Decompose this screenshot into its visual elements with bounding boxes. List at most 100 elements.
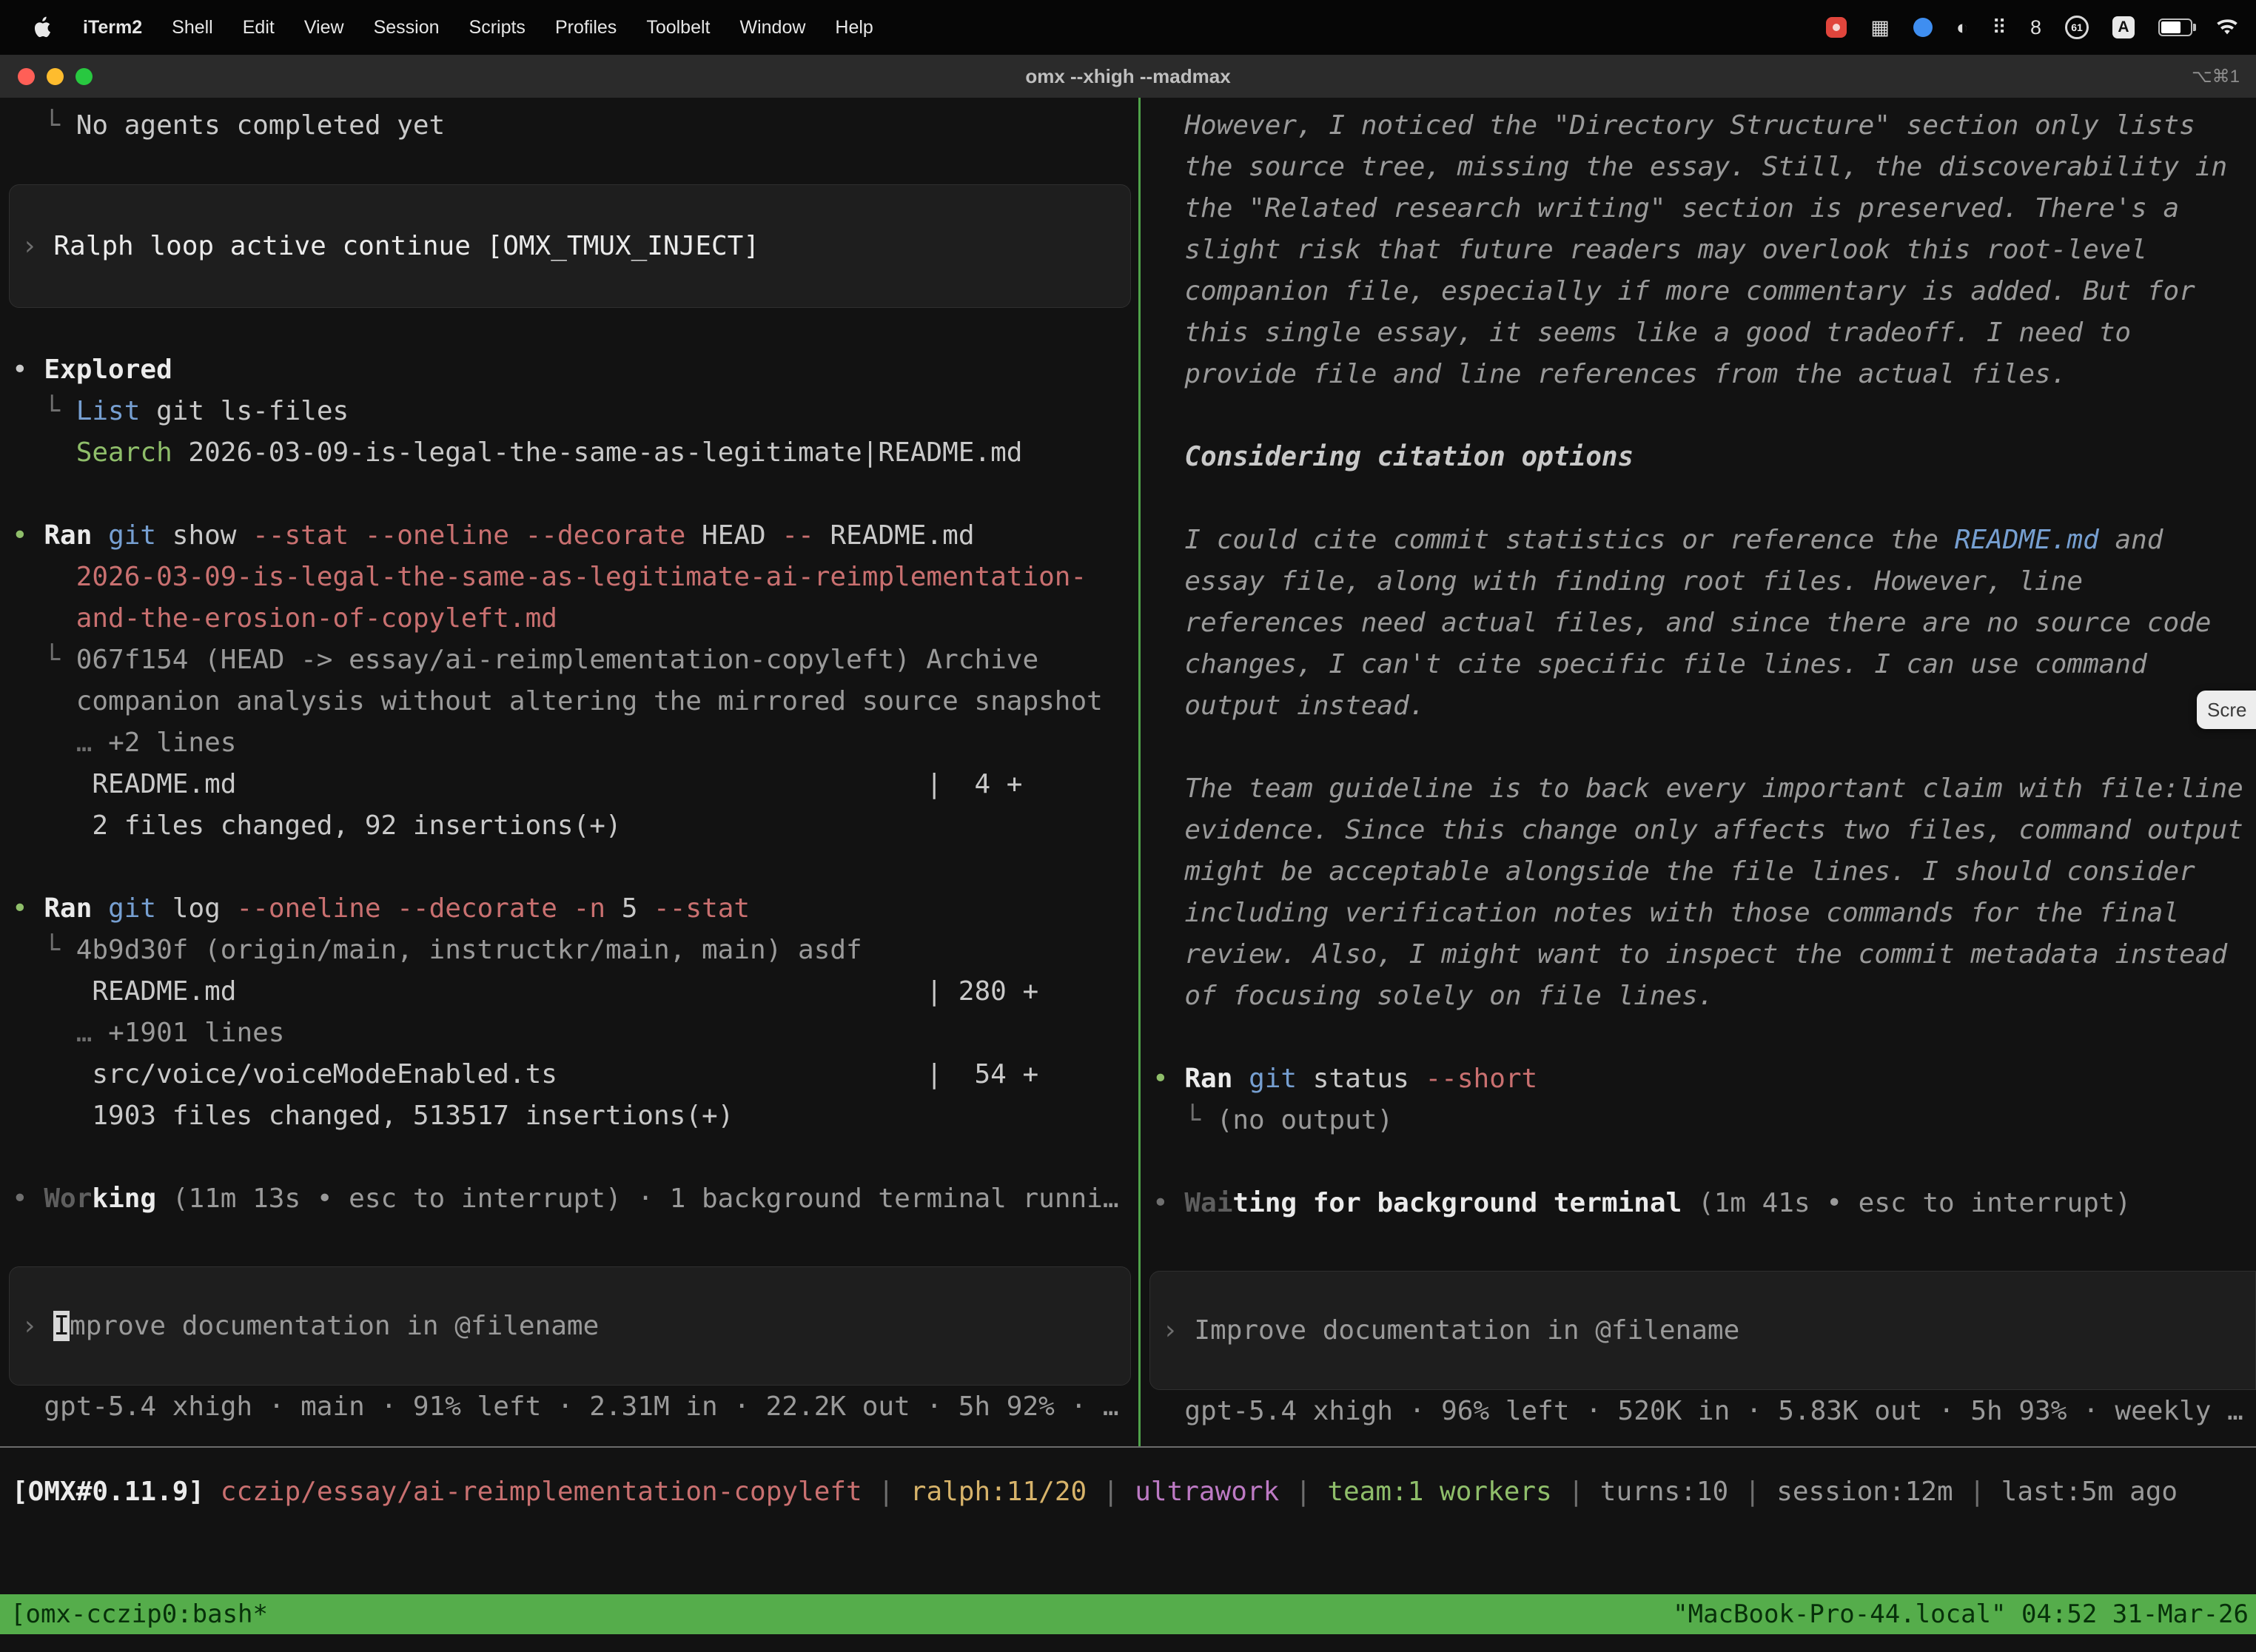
terminal-line: evidence. Since this change only affects… [1152,810,2256,851]
terminal-line: gpt-5.4 xhigh · main · 91% left · 2.31M … [12,1386,1138,1428]
terminal-line: companion file, especially if more comme… [1152,271,2256,312]
battery-icon[interactable] [2158,19,2192,36]
terminal-line: • Working (11m 13s • esc to interrupt) ·… [12,1178,1138,1220]
terminal-line: Considering citation options [1152,437,2256,478]
terminal-line: └ 067f154 (HEAD -> essay/ai-reimplementa… [12,639,1138,681]
terminal-line: └ List git ls-files [12,391,1138,432]
menubar-status-icons: ▦ ◐ ⠿ 8 61 A [1826,16,2238,39]
contrast-icon[interactable]: ◐ [1956,16,1968,39]
terminal-line: essay file, along with finding root file… [1152,561,2256,602]
terminal-line: • Ran git status --short [1152,1058,2256,1100]
terminal-line: • Waiting for background terminal (1m 41… [1152,1183,2256,1224]
terminal-line: slight risk that future readers may over… [1152,229,2256,271]
right-pane[interactable]: However, I noticed the "Directory Struct… [1141,98,2256,1446]
menu-item-toolbelt[interactable]: Toolbelt [646,17,710,38]
terminal-line: › Ralph loop active continue [OMX_TMUX_I… [21,226,759,267]
window-title: omx --xhigh --madmax [0,65,2256,88]
terminal-line [12,308,1138,349]
terminal-line [1152,478,2256,520]
terminal-line: of focusing solely on file lines. [1152,976,2256,1017]
tmux-status-bar: [omx-cczip0:bash* "MacBook-Pro-44.local"… [0,1594,2256,1634]
terminal-line: README.md | 4 + [12,764,1138,805]
terminal-line: › Improve documentation in @filename [21,1306,599,1347]
terminal-line: • Ran git show --stat --oneline --decora… [12,515,1138,557]
menu-item-help[interactable]: Help [835,17,873,38]
terminal-line: └ (no output) [1152,1100,2256,1141]
terminal-line [12,847,1138,888]
tmux-host-label: "MacBook-Pro-44.local" 04:52 31-Mar-26 [1673,1599,2249,1629]
terminal-line: 2 files changed, 92 insertions(+) [12,805,1138,847]
tmux-session-label: [omx-cczip0:bash* [10,1599,268,1629]
gauge-icon[interactable]: 61 [2065,16,2089,39]
terminal-line: README.md | 280 + [12,971,1138,1013]
terminal: └ No agents completed yet › Ralph loop a… [0,98,2256,1652]
pane-status-right: gpt-5.4 xhigh · 96% left · 520K in · 5.8… [1141,1391,2256,1432]
terminal-line: src/voice/voiceModeEnabled.ts | 54 + [12,1054,1138,1095]
zoom-button[interactable] [75,68,93,85]
wifi-icon[interactable] [2216,19,2238,36]
terminal-line [12,474,1138,515]
terminal-line [1152,1141,2256,1183]
omx-status-bar: [OMX#0.11.9] cczip/essay/ai-reimplementa… [0,1471,2256,1513]
terminal-line: 2026-03-09-is-legal-the-same-as-legitima… [12,557,1138,598]
menu-item-shell[interactable]: Shell [172,17,213,38]
menu-items: iTerm2 Shell Edit View Session Scripts Profile… [83,17,873,38]
terminal-line: this single essay, it seems like a good … [1152,312,2256,354]
terminal-line: and-the-erosion-of-copyleft.md [12,598,1138,639]
terminal-line: might be acceptable alongside the file l… [1152,851,2256,893]
terminal-line: provide file and line references from th… [1152,354,2256,395]
menu-item-edit[interactable]: Edit [243,17,275,38]
menu-item-scripts[interactable]: Scripts [469,17,526,38]
blue-app-icon[interactable] [1913,18,1933,37]
terminal-line: 1903 files changed, 513517 insertions(+) [12,1095,1138,1137]
terminal-line: review. Also, I might want to inspect th… [1152,934,2256,976]
status-separator [0,1446,2256,1448]
terminal-line: Search 2026-03-09-is-legal-the-same-as-l… [12,432,1138,474]
terminal-line [1152,727,2256,768]
keyboard-layout-icon[interactable]: 8 [2030,16,2041,39]
terminal-line: • Explored [12,349,1138,391]
left-pane-lines: • Explored └ List git ls-files Search 20… [0,308,1138,1220]
terminal-line [1152,395,2256,437]
terminal-line: However, I noticed the "Directory Struct… [1152,105,2256,147]
screen-overlay-button[interactable]: Scre [2197,691,2256,729]
menu-item-view[interactable]: View [304,17,344,38]
pane-status-left: gpt-5.4 xhigh · main · 91% left · 2.31M … [0,1386,1138,1428]
terminal-line: › Improve documentation in @filename [1162,1310,1739,1352]
terminal-line: changes, I can't cite specific file line… [1152,644,2256,685]
terminal-line: the "Related research writing" section i… [1152,188,2256,229]
terminal-line: output instead. [1152,685,2256,727]
terminal-line: the source tree, missing the essay. Stil… [1152,147,2256,188]
terminal-line: • Ran git log --oneline --decorate -n 5 … [12,888,1138,930]
right-pane-lines: However, I noticed the "Directory Struct… [1141,105,2256,1224]
screen: iTerm2 Shell Edit View Session Scripts Profile… [0,0,2256,1652]
close-button[interactable] [18,68,35,85]
grid-icon[interactable]: ▦ [1870,16,1890,39]
menu-item-profiles[interactable]: Profiles [555,17,617,38]
screen-recording-icon[interactable] [1826,17,1847,38]
terminal-line: └ 4b9d30f (origin/main, instructkr/main,… [12,930,1138,971]
terminal-line: └ No agents completed yet [12,105,1138,147]
apple-logo-icon[interactable] [34,16,53,38]
menu-item-window[interactable]: Window [739,17,805,38]
prompt-input-left[interactable]: › Improve documentation in @filename [9,1266,1131,1386]
input-source-icon[interactable]: A [2112,16,2135,38]
terminal-line: [OMX#0.11.9] cczip/essay/ai-reimplementa… [12,1471,2256,1513]
terminal-line [12,1137,1138,1178]
prompt-input-right[interactable]: › Improve documentation in @filename [1149,1271,2256,1390]
terminal-line: including verification notes with those … [1152,893,2256,934]
terminal-line: … +1901 lines [12,1013,1138,1054]
minimize-button[interactable] [47,68,64,85]
left-pane-lines-top: └ No agents completed yet [0,105,1138,147]
macos-menu-bar: iTerm2 Shell Edit View Session Scripts Profile… [0,0,2256,55]
terminal-line: The team guideline is to back every impo… [1152,768,2256,810]
menu-item-session[interactable]: Session [374,17,440,38]
left-pane[interactable]: └ No agents completed yet › Ralph loop a… [0,98,1138,1446]
terminal-line: gpt-5.4 xhigh · 96% left · 520K in · 5.8… [1152,1391,2256,1432]
terminal-line: references need actual files, and since … [1152,602,2256,644]
terminal-line: … +2 lines [12,722,1138,764]
terminal-line: companion analysis without altering the … [12,681,1138,722]
window-shortcut: ⌥⌘1 [2192,66,2240,87]
menu-item-iterm2[interactable]: iTerm2 [83,17,142,38]
dots-grid-icon[interactable]: ⠿ [1992,16,2007,39]
